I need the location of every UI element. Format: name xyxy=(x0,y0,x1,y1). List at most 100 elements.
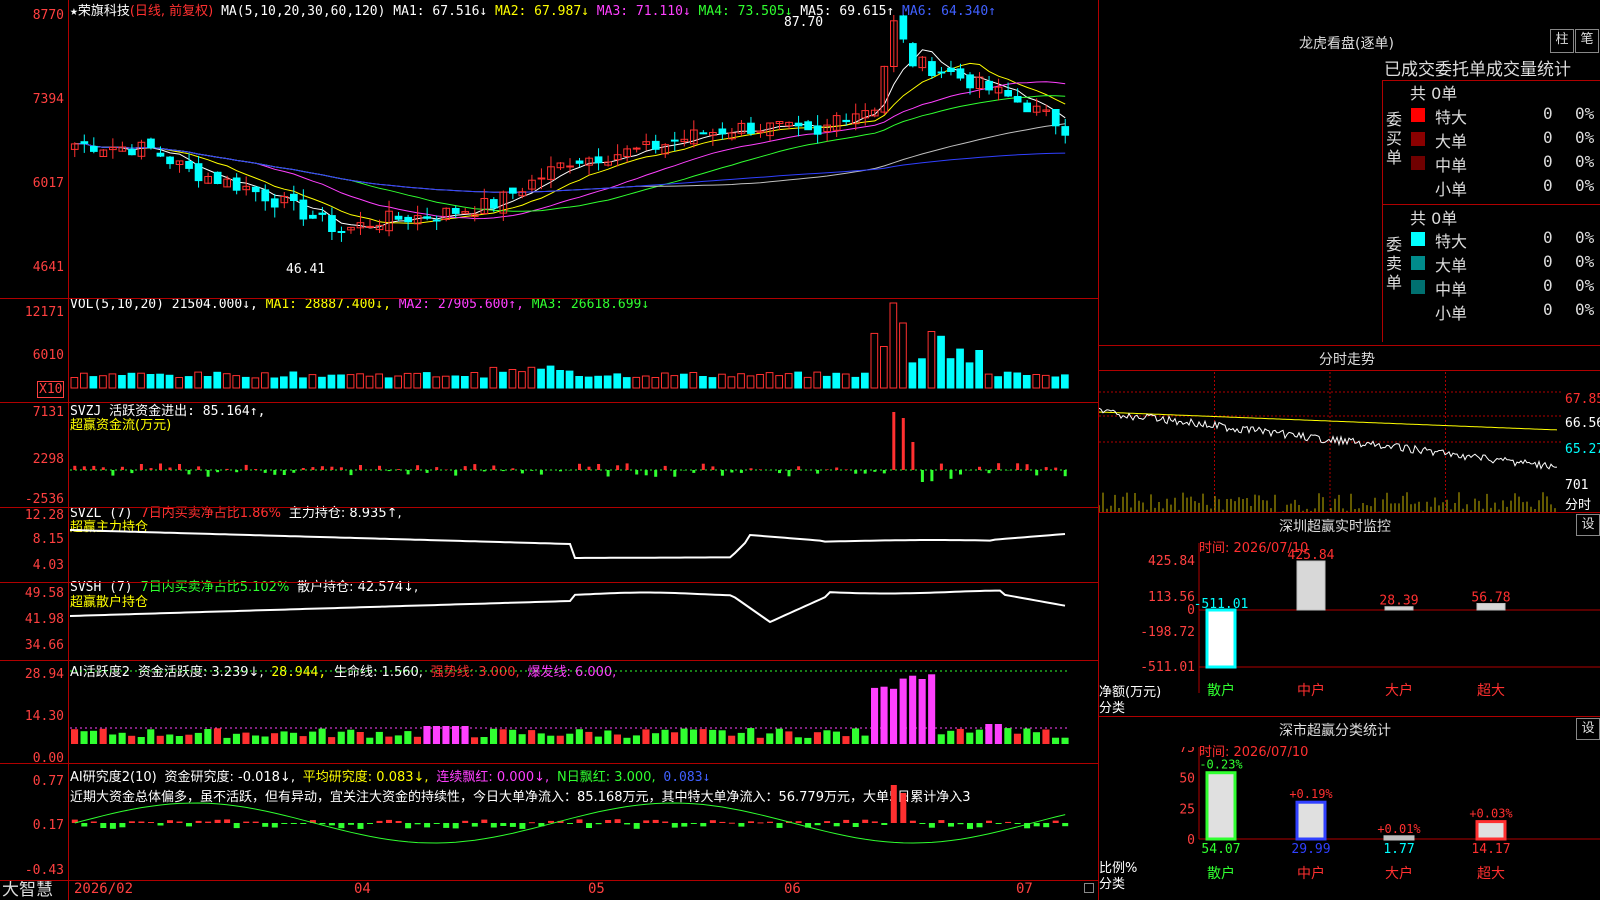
ma5-line xyxy=(74,49,1066,229)
fund-flow-bar xyxy=(159,463,162,470)
svsh-axis-label: 34.66 xyxy=(24,638,64,653)
svzj-axis-label: 7131 xyxy=(32,405,64,420)
research-bar xyxy=(795,821,802,823)
volume-bar xyxy=(841,373,850,389)
volume-bar xyxy=(556,370,564,389)
fund-flow-bar xyxy=(635,470,639,475)
candle-body xyxy=(423,216,431,219)
fund-flow-bar xyxy=(597,464,601,470)
volume-bar xyxy=(241,376,250,389)
candle-body xyxy=(1004,90,1012,97)
research-bar xyxy=(376,820,383,823)
candle-body xyxy=(166,156,174,165)
volume-bar xyxy=(194,371,203,389)
research-bar xyxy=(843,819,850,823)
fund-flow-bar xyxy=(206,470,210,477)
ai-research-chart[interactable] xyxy=(70,770,1098,876)
candle-body xyxy=(490,199,498,209)
research-bar xyxy=(576,819,583,823)
fund-flow-bar xyxy=(292,470,296,473)
candle-body xyxy=(1013,96,1022,103)
fund-flow-bar xyxy=(168,467,172,470)
buy-row-name: 大单 xyxy=(1435,132,1468,151)
candle-body xyxy=(261,189,270,202)
sell-row-swatch xyxy=(1411,256,1425,270)
svzl-chart[interactable] xyxy=(70,505,1098,573)
fund-flow-bar xyxy=(578,463,581,470)
research-bar xyxy=(395,821,402,823)
monitor-settings-button[interactable]: 设 xyxy=(1576,514,1600,536)
classify-bar-chart[interactable]: 75 50 25 0 -0.23% 54.07 散户 +0.19% 29.99 中户 +0.01% 1… xyxy=(1099,747,1600,900)
kline-panel[interactable]: 8770 7394 6017 4641 ★荣旗科技(日线, 前复权) MA(5,… xyxy=(0,0,1098,900)
fund-flow-bar xyxy=(416,465,420,470)
ai-active-chart[interactable] xyxy=(70,664,1098,760)
candle-body xyxy=(270,198,279,208)
intraday-chart[interactable] xyxy=(1099,372,1561,512)
volume-bar xyxy=(1022,375,1031,389)
brand-logo[interactable]: 大智慧 xyxy=(2,880,53,900)
candle-body xyxy=(1023,102,1031,113)
lhb-title: 龙虎看盘(逐单) xyxy=(1299,36,1394,52)
volume-bar xyxy=(451,375,460,389)
monitor-bar-chart[interactable]: 425.84113.560-198.72-511.01-511.01散户425.… xyxy=(1099,543,1600,716)
sell-total: 共 0单 xyxy=(1410,209,1458,228)
volume-bar xyxy=(70,377,79,389)
fund-flow-bar xyxy=(149,468,153,470)
lock-icon[interactable] xyxy=(1084,883,1094,893)
activity-bar xyxy=(480,737,488,744)
volume-bar xyxy=(546,365,555,389)
volume-chart[interactable] xyxy=(70,300,1098,398)
candle-body xyxy=(337,231,346,233)
candle-body xyxy=(670,139,679,142)
volume-bar xyxy=(527,366,536,389)
volume-bar xyxy=(613,373,622,389)
svsh-chart[interactable] xyxy=(70,580,1098,654)
vol-unit: X10 xyxy=(37,381,65,398)
activity-bar xyxy=(1061,737,1069,744)
research-bar xyxy=(900,793,907,823)
activity-bar xyxy=(328,737,336,744)
volume-bar xyxy=(594,375,602,389)
research-bar xyxy=(300,823,307,824)
activity-bar xyxy=(937,734,945,744)
candlestick-chart[interactable] xyxy=(70,14,1098,296)
candle-body xyxy=(937,71,946,74)
research-bar xyxy=(167,820,173,823)
monitor-panel: 深圳超赢实时监控 设 时间: 2026/07/10 净额(万元) 分类 425.… xyxy=(1099,513,1600,716)
volume-bar xyxy=(375,373,383,389)
fund-flow-bar xyxy=(359,465,362,470)
fund-flow-bar xyxy=(254,469,258,470)
fund-flow-bar xyxy=(844,469,848,470)
candle-body xyxy=(804,121,812,131)
volume-bar xyxy=(765,372,774,389)
ratio-bar xyxy=(1475,820,1507,841)
research-bar xyxy=(1062,823,1069,827)
classify-settings-button[interactable]: 设 xyxy=(1576,718,1600,740)
volume-bar xyxy=(603,375,612,389)
volume-bar xyxy=(299,377,307,389)
volume-bar xyxy=(356,373,364,389)
fund-flow-bar xyxy=(501,470,505,472)
svzj-axis-label: 2298 xyxy=(32,452,64,467)
activity-bar xyxy=(204,729,212,744)
research-bar xyxy=(424,823,431,828)
volume-bar xyxy=(280,376,288,389)
sell-row-count: 0 xyxy=(1543,228,1553,247)
svzj-chart[interactable] xyxy=(70,404,1098,500)
bar-mode-button[interactable]: 柱 xyxy=(1550,29,1574,53)
volume-bar xyxy=(1051,376,1060,389)
volume-bar xyxy=(432,376,441,389)
tick-mode-button[interactable]: 笔 xyxy=(1575,29,1599,53)
candle-body xyxy=(309,214,317,219)
research-bar xyxy=(814,823,821,826)
activity-bar xyxy=(375,731,383,744)
activity-bar xyxy=(832,731,840,744)
volume-bar xyxy=(813,371,822,389)
net-amount-bar xyxy=(1205,608,1237,669)
research-bar xyxy=(871,821,878,823)
research-bar xyxy=(195,820,202,823)
activity-bar xyxy=(252,735,260,744)
category-label: 超大 xyxy=(1477,866,1505,882)
candle-body xyxy=(366,225,374,228)
activity-bar xyxy=(766,733,774,744)
